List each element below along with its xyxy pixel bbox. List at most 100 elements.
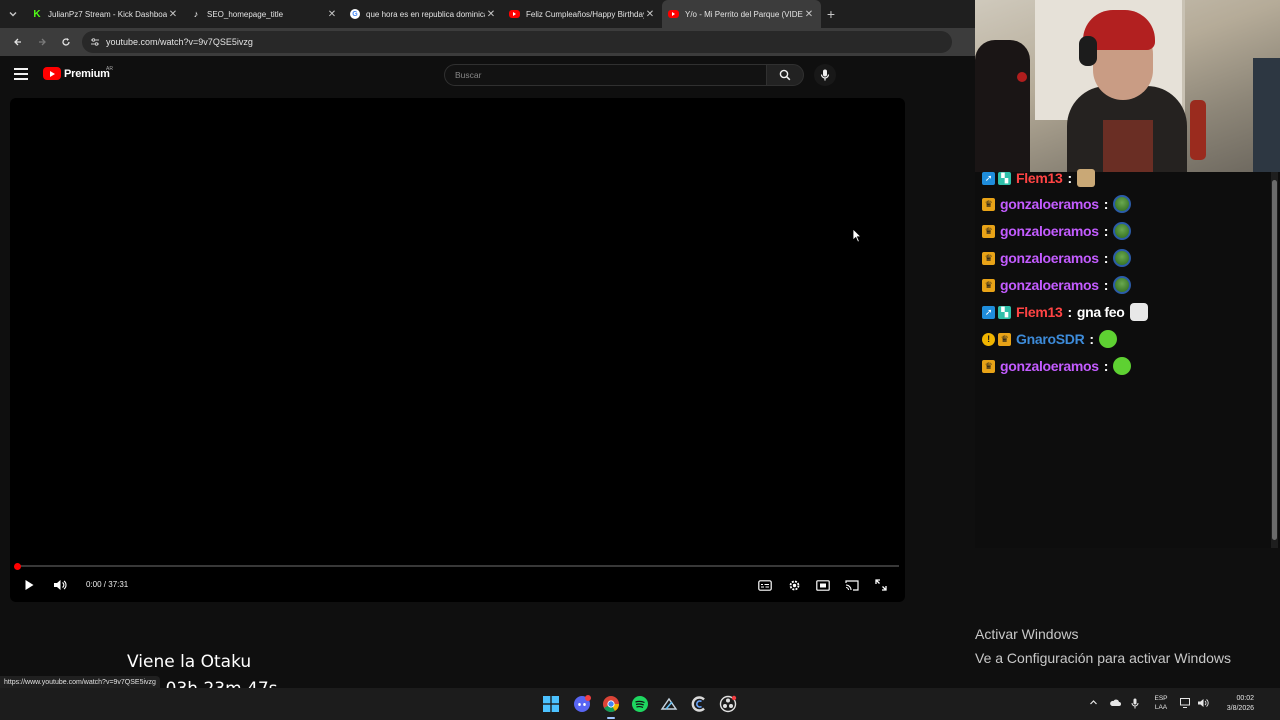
- microphone-icon[interactable]: [1131, 698, 1139, 711]
- crown-icon: ♛: [982, 197, 995, 211]
- plus-icon: +: [826, 6, 836, 22]
- badge-icon: ▚: [998, 305, 1011, 319]
- browser-tab-active-video[interactable]: Y/o - Mi Perrito del Parque (VIDEO ✕: [662, 0, 821, 28]
- youtube-logo-text: Premium: [64, 67, 110, 80]
- mute-button[interactable]: [51, 577, 69, 593]
- browser-tab-tiktok[interactable]: ♪ SEO_homepage_title ✕: [185, 0, 344, 28]
- smile-emote-icon: [1113, 357, 1132, 375]
- clock-time: 00:02: [1236, 695, 1254, 702]
- chat-message: ♛ gonzaloeramos :: [982, 220, 1132, 242]
- miniplayer-icon: [816, 579, 830, 591]
- close-icon[interactable]: ✕: [326, 9, 338, 20]
- screen: K JulianPz7 Stream - Kick Dashboard ✕ ♪ …: [0, 0, 1280, 720]
- search-icon: [779, 69, 791, 81]
- language-indicator[interactable]: ESP LAA: [1153, 694, 1169, 712]
- new-tab-button[interactable]: +: [821, 6, 841, 22]
- google-icon: G: [350, 9, 360, 19]
- browser-tab-google[interactable]: G que hora es en republica dominicana ✕: [344, 0, 503, 28]
- webcam-overlay: [975, 0, 1280, 172]
- video-time: 0:00 / 37:31: [86, 580, 129, 589]
- browser-tab-birthday[interactable]: Feliz Cumpleaños/Happy Birthday ✕: [503, 0, 662, 28]
- forward-button[interactable]: [30, 30, 54, 54]
- taskbar-obs[interactable]: [719, 695, 737, 713]
- subtitles-button[interactable]: [756, 577, 774, 593]
- settings-button[interactable]: [785, 577, 803, 593]
- active-app-indicator: [607, 717, 615, 719]
- smile-emote-icon: [1098, 330, 1117, 348]
- mouse-cursor-icon: [852, 228, 862, 243]
- arrow-right-icon: [39, 38, 46, 46]
- chat-username: gonzaloeramos: [1000, 250, 1099, 266]
- arrow-left-icon: [14, 38, 21, 46]
- address-bar-url: youtube.com/watch?v=9v7QSE5ivzg: [106, 37, 253, 47]
- taskbar-steam[interactable]: [660, 695, 678, 713]
- close-icon[interactable]: ✕: [167, 9, 179, 20]
- tab-search-button[interactable]: [0, 0, 26, 28]
- pepe-emote-icon: [1113, 276, 1132, 294]
- network-icon[interactable]: [1180, 698, 1192, 710]
- search-button[interactable]: [766, 64, 804, 86]
- chat-message: ➚ ▚ Flem13 :: [982, 167, 1095, 189]
- search-input[interactable]: Buscar: [444, 64, 766, 86]
- chat-scrollbar-thumb[interactable]: [1272, 180, 1277, 540]
- crown-icon: ♛: [982, 278, 995, 292]
- chevron-up-icon[interactable]: [1089, 698, 1098, 709]
- browser-tab-kick[interactable]: K JulianPz7 Stream - Kick Dashboard ✕: [26, 0, 185, 28]
- address-bar[interactable]: youtube.com/watch?v=9v7QSE5ivzg: [82, 31, 952, 53]
- taskbar-discord[interactable]: [573, 695, 591, 713]
- close-icon[interactable]: ✕: [803, 9, 815, 20]
- back-button[interactable]: [6, 30, 30, 54]
- start-button[interactable]: [542, 695, 560, 713]
- chevron-down-icon: [9, 12, 17, 17]
- windows-activation-title: Activar Windows: [975, 626, 1079, 642]
- crown-icon: ♛: [982, 224, 995, 238]
- taskbar-clock[interactable]: 00:02 3/8/2026: [1214, 694, 1254, 714]
- play-icon: [25, 580, 34, 590]
- badge-icon: ➚: [982, 305, 995, 319]
- status-bar-url: https://www.youtube.com/watch?v=9v7QSE5i…: [0, 676, 160, 688]
- discord-icon: [574, 695, 591, 712]
- chat-message: ! ♛ GnaroSDR :: [982, 328, 1117, 350]
- region-code: AR: [106, 66, 113, 72]
- speaker-icon[interactable]: [1197, 698, 1209, 710]
- close-icon[interactable]: ✕: [485, 9, 497, 20]
- steam-icon: [660, 697, 678, 710]
- windows-icon: [543, 696, 559, 712]
- theater-mode-button[interactable]: [814, 577, 832, 593]
- fullscreen-icon: [875, 579, 887, 591]
- onedrive-icon[interactable]: [1109, 698, 1121, 709]
- tab-title: JulianPz7 Stream - Kick Dashboard: [48, 9, 167, 19]
- overlay-title: Viene la Otaku: [127, 652, 252, 672]
- site-settings-icon[interactable]: [90, 37, 100, 47]
- fullscreen-button[interactable]: [872, 577, 890, 593]
- progress-scrubber[interactable]: [14, 563, 21, 570]
- windows-activation-subtitle: Ve a Configuración para activar Windows: [975, 650, 1232, 666]
- youtube-logo[interactable]: Premium: [43, 67, 110, 80]
- reload-icon: [62, 38, 70, 46]
- reload-button[interactable]: [54, 30, 78, 54]
- microphone-icon: [820, 69, 830, 81]
- taskbar-spotify[interactable]: [631, 695, 649, 713]
- browser-toolbar: youtube.com/watch?v=9v7QSE5ivzg: [0, 28, 975, 56]
- menu-icon[interactable]: [14, 68, 28, 80]
- cat-emote-icon: [1076, 169, 1095, 187]
- taskbar-ccleaner[interactable]: [690, 695, 708, 713]
- chat-message: ➚ ▚ Flem13 : gna feo: [982, 301, 1148, 323]
- chat-text: gna feo: [1076, 304, 1125, 320]
- chat-username: Flem13: [1016, 170, 1063, 186]
- play-button[interactable]: [20, 577, 38, 593]
- video-player[interactable]: 0:00 / 37:31: [10, 98, 905, 602]
- cast-button[interactable]: [843, 577, 861, 593]
- tab-title: Y/o - Mi Perrito del Parque (VIDEO: [685, 9, 803, 19]
- voice-search-button[interactable]: [814, 64, 836, 86]
- close-icon[interactable]: ✕: [644, 9, 656, 20]
- chat-message: ♛ gonzaloeramos :: [982, 193, 1132, 215]
- taskbar-chrome[interactable]: [602, 695, 620, 713]
- progress-bar[interactable]: [16, 565, 899, 567]
- volume-icon: [54, 580, 67, 590]
- taskbar: ESP LAA 00:02 3/8/2026: [0, 688, 1280, 720]
- chat-username: gonzaloeramos: [1000, 358, 1099, 374]
- youtube-icon: [43, 67, 61, 80]
- obs-icon: [719, 695, 737, 713]
- youtube-icon: [509, 10, 520, 18]
